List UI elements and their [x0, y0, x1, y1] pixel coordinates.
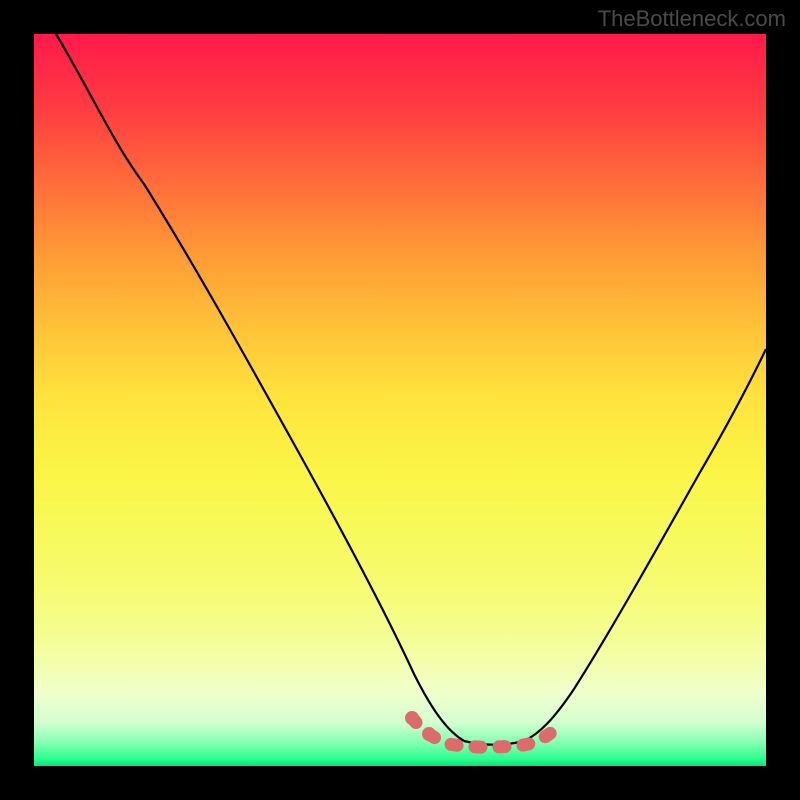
watermark-text: TheBottleneck.com	[598, 6, 786, 32]
curve-right-branch	[464, 349, 766, 745]
chart-plot-area	[34, 34, 766, 766]
overlay-dot-mid	[422, 727, 436, 741]
curve-left-branch	[56, 34, 464, 741]
chart-svg	[34, 34, 766, 766]
overlay-dot-start	[405, 711, 419, 725]
